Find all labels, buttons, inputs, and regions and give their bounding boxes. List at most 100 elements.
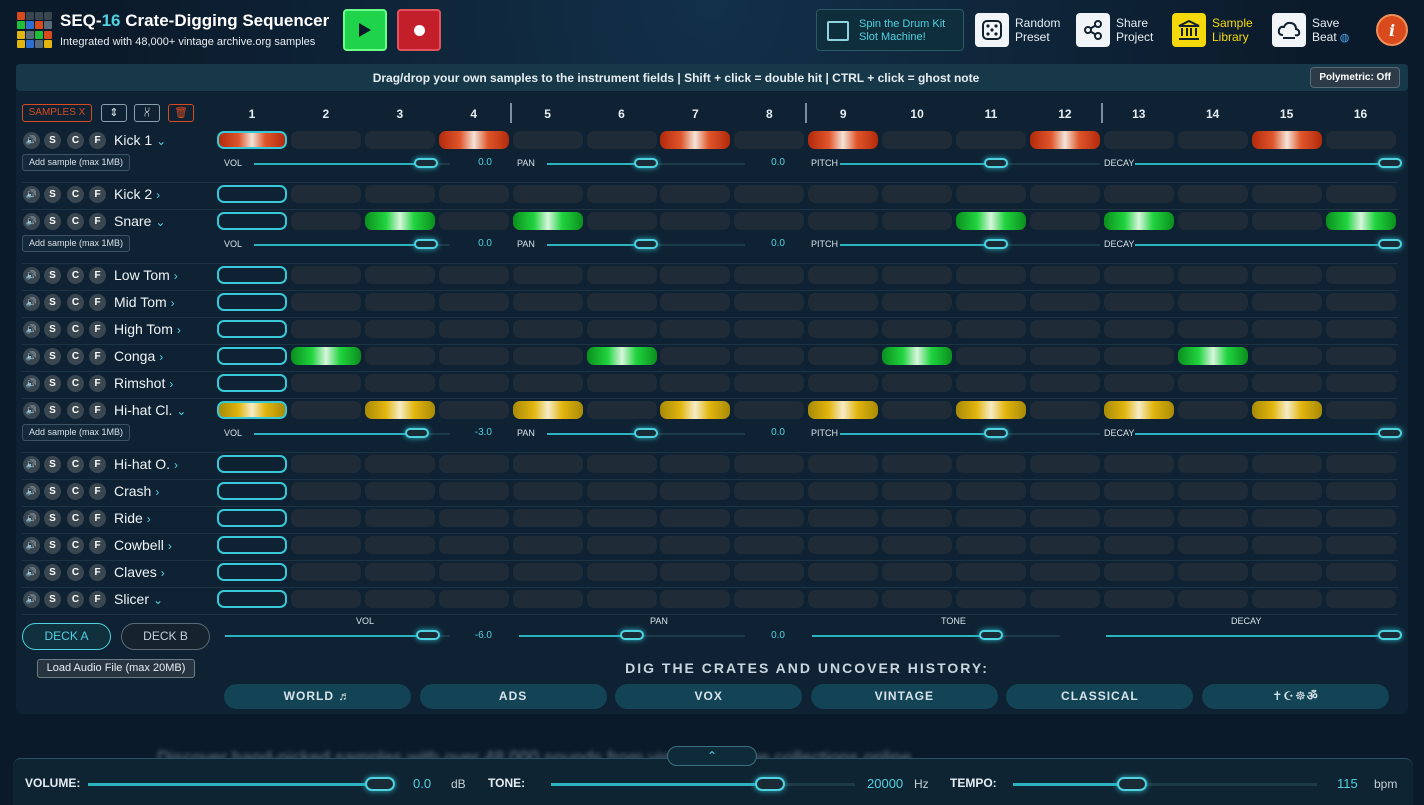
- sample-library-button[interactable]: Sample Library: [1172, 12, 1253, 48]
- track-name[interactable]: Kick 2 ›: [114, 186, 160, 202]
- step-pad[interactable]: [734, 347, 805, 365]
- speaker-icon[interactable]: 🔊: [23, 321, 40, 338]
- chevron-right-icon[interactable]: ›: [171, 296, 175, 310]
- fill-button[interactable]: F: [89, 456, 106, 473]
- step-pad[interactable]: [1029, 563, 1100, 581]
- chevron-up-icon[interactable]: ⌃: [667, 746, 757, 766]
- step-pad[interactable]: [660, 374, 731, 392]
- speaker-icon[interactable]: 🔊: [23, 132, 40, 149]
- step-pad[interactable]: [438, 212, 509, 230]
- step-pad[interactable]: [660, 293, 731, 311]
- step-pad[interactable]: [1251, 509, 1322, 527]
- step-pad[interactable]: [1103, 320, 1174, 338]
- step-pad[interactable]: [290, 590, 361, 608]
- step-pad[interactable]: [734, 536, 805, 554]
- decay-slider-thumb[interactable]: [1378, 158, 1402, 168]
- step-pad[interactable]: [808, 482, 879, 500]
- step-pad[interactable]: [956, 590, 1026, 608]
- step-pad[interactable]: [1103, 347, 1174, 365]
- speaker-icon[interactable]: 🔊: [23, 456, 40, 473]
- step-pad[interactable]: [1103, 212, 1174, 230]
- solo-button[interactable]: S: [44, 510, 61, 527]
- step-pad[interactable]: [217, 347, 287, 365]
- speaker-icon[interactable]: 🔊: [23, 564, 40, 581]
- step-pad[interactable]: [808, 590, 879, 608]
- step-pad[interactable]: [1029, 347, 1100, 365]
- step-pad[interactable]: [364, 482, 435, 500]
- step-pad[interactable]: [660, 536, 731, 554]
- step-pad[interactable]: [1177, 374, 1248, 392]
- step-pad[interactable]: [1177, 212, 1248, 230]
- vol-slider-thumb[interactable]: [404, 428, 429, 438]
- step-pad[interactable]: [217, 374, 287, 392]
- copy-button[interactable]: C: [67, 186, 84, 203]
- step-pad[interactable]: [1177, 266, 1248, 284]
- step-pad[interactable]: [1103, 266, 1174, 284]
- master-volume-slider-thumb[interactable]: [364, 777, 395, 791]
- step-pad[interactable]: [734, 212, 805, 230]
- step-pad[interactable]: [586, 482, 657, 500]
- step-pad[interactable]: [956, 401, 1026, 419]
- share-project-button[interactable]: Share Project: [1076, 12, 1153, 48]
- fill-button[interactable]: F: [89, 402, 106, 419]
- step-pad[interactable]: [364, 563, 435, 581]
- step-pad[interactable]: [882, 212, 953, 230]
- step-pad[interactable]: [364, 536, 435, 554]
- solo-button[interactable]: S: [44, 402, 61, 419]
- step-pad[interactable]: [956, 212, 1026, 230]
- step-pad[interactable]: [586, 293, 657, 311]
- step-pad[interactable]: [364, 266, 435, 284]
- step-pad[interactable]: [1029, 590, 1100, 608]
- copy-button[interactable]: C: [67, 510, 84, 527]
- step-pad[interactable]: [734, 590, 805, 608]
- copy-button[interactable]: C: [67, 267, 84, 284]
- step-pad[interactable]: [956, 185, 1026, 203]
- solo-button[interactable]: S: [44, 537, 61, 554]
- step-pad[interactable]: [808, 401, 879, 419]
- step-pad[interactable]: [586, 320, 657, 338]
- chevron-right-icon[interactable]: ›: [168, 539, 172, 553]
- pan-slider-thumb[interactable]: [634, 158, 658, 168]
- step-pad[interactable]: [1325, 482, 1396, 500]
- step-pad[interactable]: [364, 347, 435, 365]
- step-pad[interactable]: [882, 185, 953, 203]
- step-pad[interactable]: [438, 563, 509, 581]
- step-pad[interactable]: [1177, 509, 1248, 527]
- track-name[interactable]: Conga ›: [114, 348, 163, 364]
- step-pad[interactable]: [586, 563, 657, 581]
- step-pad[interactable]: [1029, 320, 1100, 338]
- step-pad[interactable]: [882, 482, 953, 500]
- solo-button[interactable]: S: [44, 456, 61, 473]
- pan-slider-thumb[interactable]: [634, 428, 658, 438]
- chevron-down-icon[interactable]: ⌄: [156, 134, 166, 148]
- solo-button[interactable]: S: [44, 348, 61, 365]
- step-pad[interactable]: [1251, 401, 1322, 419]
- step-pad[interactable]: [1251, 320, 1322, 338]
- step-pad[interactable]: [438, 401, 509, 419]
- step-pad[interactable]: [1325, 185, 1396, 203]
- step-pad[interactable]: [660, 563, 731, 581]
- step-pad[interactable]: [586, 185, 657, 203]
- track-name[interactable]: Slicer ⌄: [114, 591, 163, 607]
- chevron-right-icon[interactable]: ›: [155, 485, 159, 499]
- step-pad[interactable]: [290, 293, 361, 311]
- step-pad[interactable]: [512, 374, 583, 392]
- add-sample-button[interactable]: Add sample (max 1MB): [22, 424, 130, 441]
- random-preset-button[interactable]: Random Preset: [975, 12, 1060, 48]
- step-pad[interactable]: [1325, 131, 1396, 149]
- decay-slider-track[interactable]: [1135, 163, 1390, 165]
- step-pad[interactable]: [808, 185, 879, 203]
- step-pad[interactable]: [586, 347, 657, 365]
- expand-all-button[interactable]: ⇕: [101, 104, 127, 122]
- pitch-slider-thumb[interactable]: [984, 239, 1008, 249]
- step-pad[interactable]: [956, 131, 1026, 149]
- copy-button[interactable]: C: [67, 537, 84, 554]
- step-pad[interactable]: [956, 536, 1026, 554]
- step-pad[interactable]: [217, 131, 287, 149]
- fill-button[interactable]: F: [89, 132, 106, 149]
- copy-button[interactable]: C: [67, 132, 84, 149]
- pitch-slider-track[interactable]: [840, 163, 996, 165]
- step-pad[interactable]: [217, 590, 287, 608]
- step-pad[interactable]: [1029, 185, 1100, 203]
- step-pad[interactable]: [734, 293, 805, 311]
